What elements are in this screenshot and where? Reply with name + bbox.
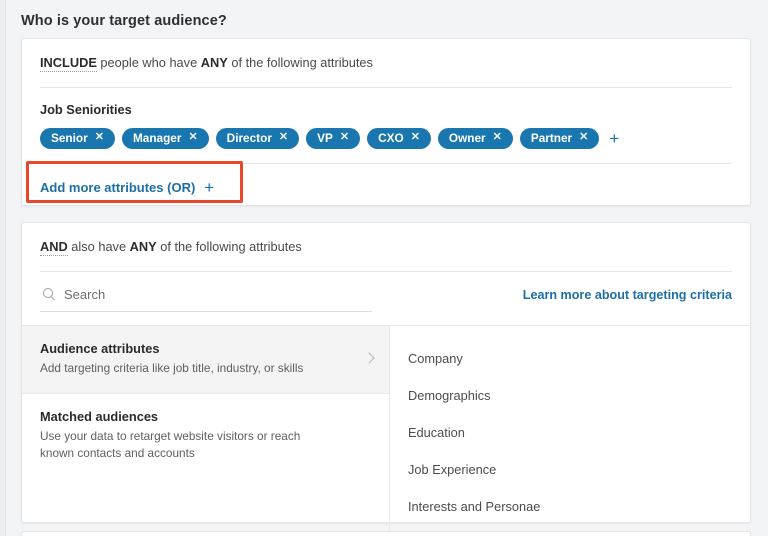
attribute-pill-label: Owner xyxy=(448,130,486,145)
attribute-pill[interactable]: Manager ✕ xyxy=(121,127,209,149)
page-content: Who is your target audience? INCLUDE peo… xyxy=(7,0,768,536)
remove-pill-icon[interactable]: ✕ xyxy=(279,132,288,143)
category-item-title: Matched audiences xyxy=(40,409,159,425)
attribute-pill-label: Senior xyxy=(51,130,88,145)
include-attributes-card: INCLUDE people who have ANY of the follo… xyxy=(21,38,751,206)
and-card-header: AND also have ANY of the following attri… xyxy=(22,223,750,271)
next-card-partial xyxy=(21,531,751,536)
subcategory-item[interactable]: Interests and Personae xyxy=(406,488,750,525)
remove-pill-icon[interactable]: ✕ xyxy=(579,132,588,143)
remove-pill-icon[interactable]: ✕ xyxy=(493,132,502,143)
attribute-pill-label: Manager xyxy=(132,130,182,145)
add-more-attributes-row: Add more attributes (OR) + xyxy=(22,160,750,212)
and-keyword: AND xyxy=(40,239,68,256)
attribute-pill[interactable]: CXO ✕ xyxy=(367,127,431,149)
job-seniorities-pill-row: Senior ✕ Manager ✕ Director ✕ VP ✕ CXO ✕ Owner ✕ Par… xyxy=(40,127,732,149)
search-icon xyxy=(43,288,55,300)
category-item[interactable]: Audience attributes Add targeting criteri… xyxy=(22,325,389,395)
subcategory-item[interactable]: Demographics xyxy=(406,377,750,414)
and-header-any: ANY xyxy=(129,239,157,254)
and-header-mid: also have xyxy=(67,239,130,254)
and-header-tail: of the following attributes xyxy=(156,239,302,254)
remove-pill-icon[interactable]: ✕ xyxy=(95,132,104,143)
include-header-tail: of the following attributes xyxy=(227,55,373,70)
page-root: Who is your target audience? INCLUDE peo… xyxy=(0,0,768,536)
search-input[interactable]: Search xyxy=(64,287,105,302)
add-pill-icon[interactable]: + xyxy=(609,130,619,147)
attribute-pill[interactable]: Director ✕ xyxy=(215,127,300,149)
category-item-description: Use your data to retarget website visito… xyxy=(40,429,301,461)
remove-pill-icon[interactable]: ✕ xyxy=(188,132,197,143)
add-more-attributes-label: Add more attributes (OR) xyxy=(40,179,196,195)
attribute-pill[interactable]: Partner ✕ xyxy=(519,127,600,149)
subcategory-item[interactable]: Company xyxy=(406,340,750,377)
and-attributes-card: AND also have ANY of the following attri… xyxy=(21,222,751,536)
search-row: Search Learn more about targeting criter… xyxy=(22,272,750,325)
attribute-pill-label: VP xyxy=(317,130,333,145)
attribute-pill-label: Partner xyxy=(530,130,573,145)
include-card-header: INCLUDE people who have ANY of the follo… xyxy=(22,39,750,87)
attribute-pill[interactable]: Owner ✕ xyxy=(437,127,513,149)
plus-icon: + xyxy=(204,177,215,197)
page-title: Who is your target audience? xyxy=(21,13,227,29)
attribute-picker: Audience attributes Add targeting criteri… xyxy=(22,324,750,536)
subcategory-item[interactable]: Job Experience xyxy=(406,451,750,488)
include-header-any: ANY xyxy=(200,55,228,70)
attribute-pill[interactable]: Senior ✕ xyxy=(40,127,115,149)
learn-more-link[interactable]: Learn more about targeting criteria xyxy=(523,287,732,302)
add-more-attributes-button[interactable]: Add more attributes (OR) + xyxy=(40,179,214,196)
job-seniorities-label: Job Seniorities xyxy=(40,101,132,117)
remove-pill-icon[interactable]: ✕ xyxy=(340,132,349,143)
include-header-mid: people who have xyxy=(96,55,201,70)
left-rail xyxy=(0,0,6,536)
attribute-pill[interactable]: VP ✕ xyxy=(306,127,361,149)
chevron-right-icon xyxy=(363,351,375,364)
include-keyword: INCLUDE xyxy=(40,55,97,72)
category-item-title: Audience attributes xyxy=(40,340,160,356)
subcategory-item[interactable]: Education xyxy=(406,414,750,451)
subcategory-list: Company Demographics Education Job Experien… xyxy=(390,326,750,536)
search-field[interactable]: Search xyxy=(40,287,372,312)
category-item-description: Add targeting criteria like job title, i… xyxy=(40,360,304,375)
job-seniorities-block: Job Seniorities Senior ✕ Manager ✕ Director ✕… xyxy=(22,88,750,163)
attribute-pill-label: CXO xyxy=(378,130,404,145)
attribute-pill-label: Director xyxy=(226,130,272,145)
remove-pill-icon[interactable]: ✕ xyxy=(411,132,420,143)
category-list: Audience attributes Add targeting criteri… xyxy=(22,325,390,536)
category-item[interactable]: Matched audiences Use your data to retarg… xyxy=(22,394,389,479)
